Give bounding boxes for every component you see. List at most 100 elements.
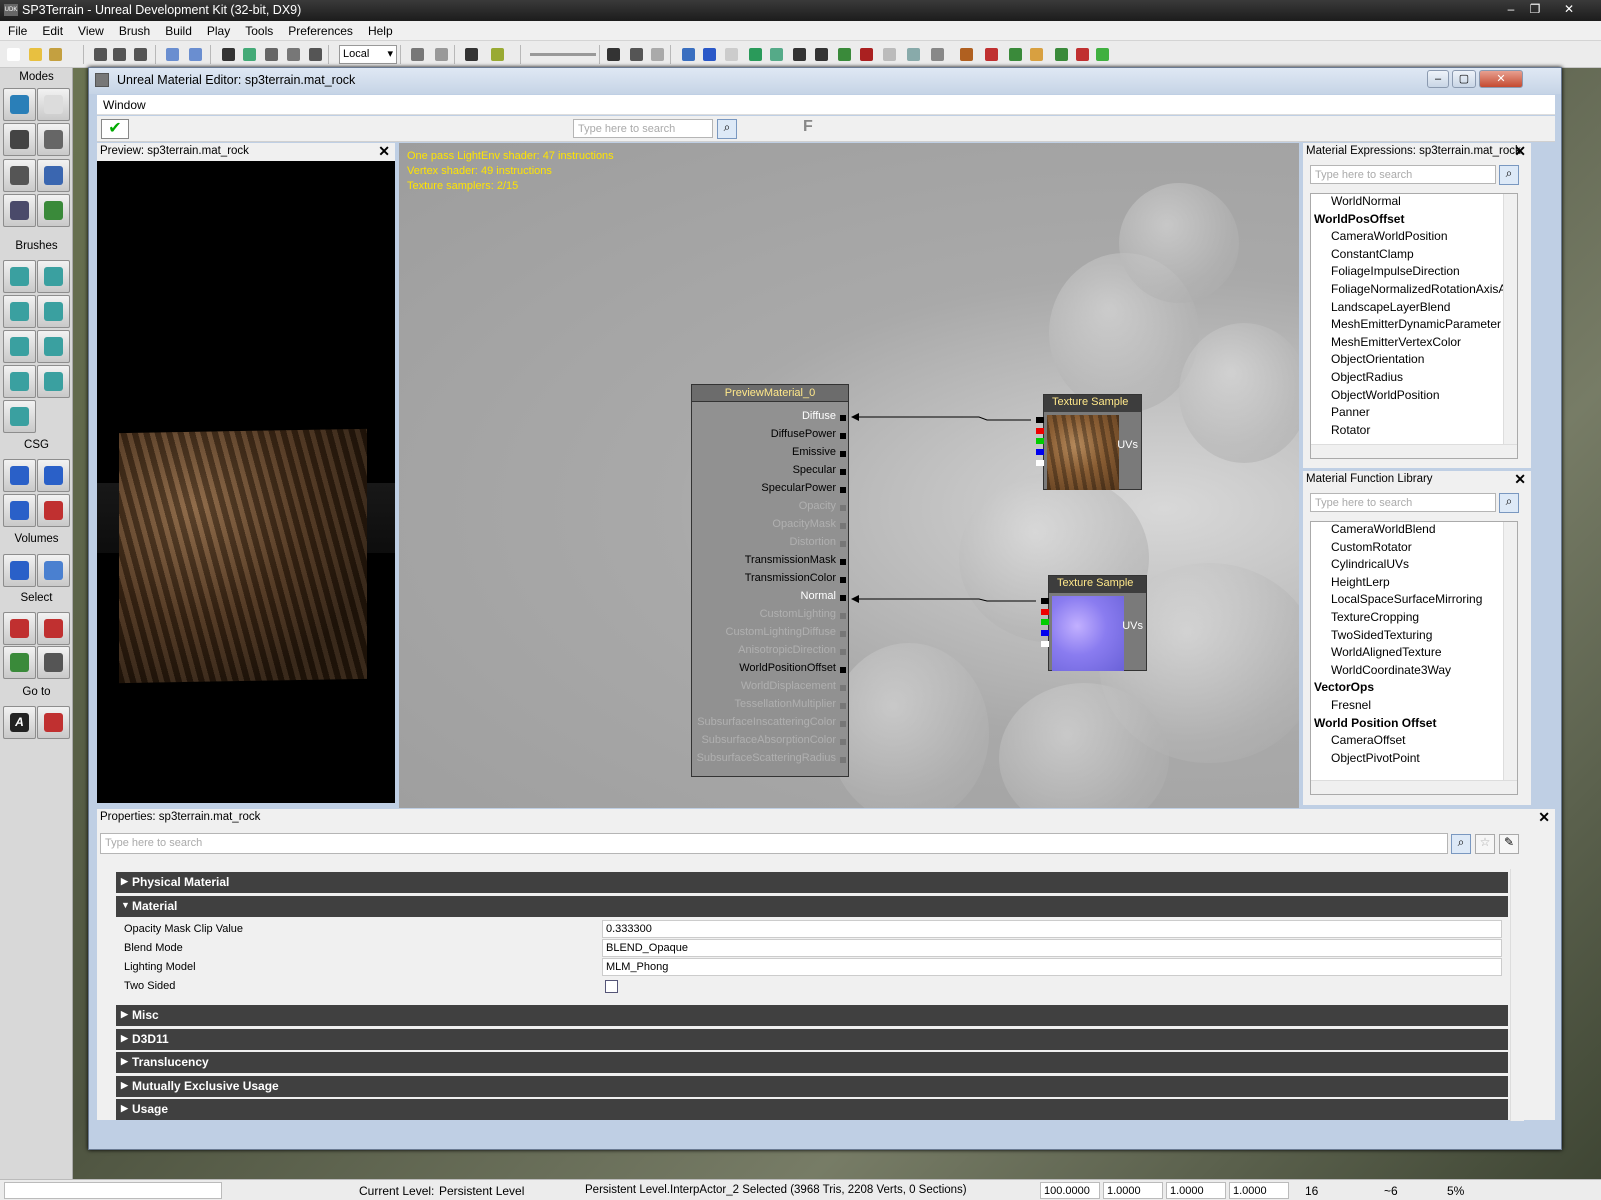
category-item[interactable]: VectorOps: [1311, 680, 1517, 698]
preview-material-node[interactable]: PreviewMaterial_0 Diffuse DiffusePower Emi…: [691, 384, 849, 777]
functions-close-icon[interactable]: ✕: [1514, 471, 1526, 488]
editor-minimize-button[interactable]: –: [1427, 70, 1449, 88]
menu-brush[interactable]: Brush: [111, 21, 157, 38]
toolbar-button[interactable]: [219, 45, 237, 63]
toolbar-button[interactable]: [240, 45, 258, 63]
select-all-button[interactable]: [3, 646, 36, 679]
section-material[interactable]: Material: [116, 896, 1508, 917]
node-pin-customlighting[interactable]: CustomLighting: [690, 608, 848, 626]
coordinate-system-dropdown[interactable]: Local ▾: [339, 45, 397, 64]
alpha-pin[interactable]: [1036, 460, 1044, 466]
paint-mode-button[interactable]: [3, 159, 36, 192]
search-icon[interactable]: ⌕: [717, 119, 737, 139]
properties-search-input[interactable]: Type here to search: [100, 833, 1448, 854]
editor-maximize-button[interactable]: ▢: [1452, 70, 1476, 88]
list-item[interactable]: LocalSpaceSurfaceMirroring: [1311, 592, 1517, 610]
node-pin-subsurfaceinscatteringcolor[interactable]: SubsurfaceInscatteringColor: [690, 716, 848, 734]
toolbar-button[interactable]: [880, 45, 898, 63]
rgb-pin[interactable]: [1041, 598, 1049, 604]
sphere-brush-button[interactable]: [37, 365, 70, 398]
list-item[interactable]: ConstantClamp: [1311, 247, 1517, 265]
volume-shape-button[interactable]: [37, 554, 70, 587]
speed-slider[interactable]: [530, 53, 596, 56]
menu-help[interactable]: Help: [360, 21, 400, 38]
menu-file[interactable]: File: [0, 21, 34, 38]
scale-snap-value[interactable]: 5%: [1447, 1184, 1464, 1198]
toolbar-button[interactable]: [627, 45, 645, 63]
editor-search-input[interactable]: Type here to search: [573, 119, 713, 138]
editor-close-button[interactable]: ✕: [1479, 70, 1523, 88]
preview-viewport[interactable]: Preview: sp3terrain.mat_rock✕ Z Y: [97, 143, 395, 851]
node-pin-specularpower[interactable]: SpecularPower: [690, 482, 848, 500]
list-item[interactable]: MeshEmitterDynamicParameter: [1311, 317, 1517, 335]
toolbar-button[interactable]: [26, 45, 44, 63]
toolbar-button[interactable]: [408, 45, 426, 63]
transform-mode-button[interactable]: [37, 123, 70, 156]
toolbar-button[interactable]: [306, 45, 324, 63]
expressions-scrollbar[interactable]: [1503, 194, 1517, 446]
toolbar-button[interactable]: [767, 45, 785, 63]
expressions-close-icon[interactable]: ✕: [1514, 143, 1526, 160]
scale-y-field[interactable]: 1.0000: [1166, 1182, 1226, 1199]
node-pin-worlddisplacement[interactable]: WorldDisplacement: [690, 680, 848, 698]
list-item[interactable]: WorldNormal: [1311, 194, 1517, 212]
menu-tools[interactable]: Tools: [237, 21, 280, 38]
rotation-snap-value[interactable]: ~6: [1384, 1184, 1398, 1198]
list-item[interactable]: FoliageNormalizedRotationAxisA: [1311, 282, 1517, 300]
node-pin-emissive[interactable]: Emissive: [690, 446, 848, 464]
cone-brush-button[interactable]: [37, 260, 70, 293]
menu-build[interactable]: Build: [157, 21, 199, 38]
toolbar-button[interactable]: [131, 45, 149, 63]
red-pin[interactable]: [1041, 609, 1049, 615]
preview-close-icon[interactable]: ✕: [378, 143, 390, 160]
function-letter-icon[interactable]: F: [803, 118, 813, 136]
toolbar-button[interactable]: [432, 45, 450, 63]
go-to-builder-button[interactable]: [37, 706, 70, 739]
csg-intersect-button[interactable]: [3, 494, 36, 527]
menu-view[interactable]: View: [70, 21, 111, 38]
toolbar-button[interactable]: [186, 45, 204, 63]
drag-grid-field[interactable]: 100.0000: [1040, 1182, 1100, 1199]
node-pin-anisotropicdirection[interactable]: AnisotropicDirection: [690, 644, 848, 662]
section-mutually-exclusive-usage[interactable]: Mutually Exclusive Usage: [116, 1075, 1508, 1097]
landscape-mode-button[interactable]: [3, 194, 36, 227]
expressions-list[interactable]: WorldNormal WorldPosOffset CameraWorldPosi…: [1310, 193, 1518, 459]
toolbar-button[interactable]: [163, 45, 181, 63]
add-volume-button[interactable]: [3, 554, 36, 587]
list-item[interactable]: Fresnel: [1311, 698, 1517, 716]
node-pin-diffusepower[interactable]: DiffusePower: [690, 428, 848, 446]
toolbar-button[interactable]: [604, 45, 622, 63]
toolbar-button[interactable]: [812, 45, 830, 63]
csg-deintersect-button[interactable]: [37, 494, 70, 527]
property-value[interactable]: MLM_Phong: [602, 958, 1502, 976]
spiral-stairs-button[interactable]: [3, 365, 36, 398]
menu-edit[interactable]: Edit: [34, 21, 70, 38]
toolbar-button[interactable]: [1093, 45, 1111, 63]
deselect-button[interactable]: [37, 612, 70, 645]
section-physical-material[interactable]: Physical Material: [116, 872, 1508, 893]
toolbar-button[interactable]: [1027, 45, 1045, 63]
toolbar-button[interactable]: [746, 45, 764, 63]
close-icon[interactable]: ✕: [1560, 2, 1578, 16]
toolbar-button[interactable]: [790, 45, 808, 63]
csg-add-button[interactable]: [3, 459, 36, 492]
list-item[interactable]: CameraWorldPosition: [1311, 229, 1517, 247]
list-item[interactable]: ObjectPivotPoint: [1311, 751, 1517, 769]
star-icon[interactable]: ☆: [1475, 834, 1495, 854]
csg-subtract-button[interactable]: [37, 459, 70, 492]
list-item[interactable]: FoliageImpulseDirection: [1311, 264, 1517, 282]
node-pin-customlightingdiffuse[interactable]: CustomLightingDiffuse: [690, 626, 848, 644]
toolbar-button[interactable]: [110, 45, 128, 63]
expressions-search-input[interactable]: Type here to search: [1310, 165, 1496, 184]
node-pin-transmissioncolor[interactable]: TransmissionColor: [690, 572, 848, 590]
material-graph-canvas[interactable]: One pass LightEnv shader: 47 instruction…: [399, 143, 1299, 808]
scale-x-field[interactable]: 1.0000: [1103, 1182, 1163, 1199]
node-pin-specular[interactable]: Specular: [690, 464, 848, 482]
minimize-icon[interactable]: –: [1502, 2, 1520, 16]
list-item[interactable]: Panner: [1311, 405, 1517, 423]
node-pin-distortion[interactable]: Distortion: [690, 536, 848, 554]
functions-list[interactable]: CameraWorldBlend CustomRotator Cylindrical…: [1310, 521, 1518, 795]
list-item[interactable]: CylindricalUVs: [1311, 557, 1517, 575]
list-item[interactable]: ObjectWorldPosition: [1311, 388, 1517, 406]
toolbar-button[interactable]: [904, 45, 922, 63]
